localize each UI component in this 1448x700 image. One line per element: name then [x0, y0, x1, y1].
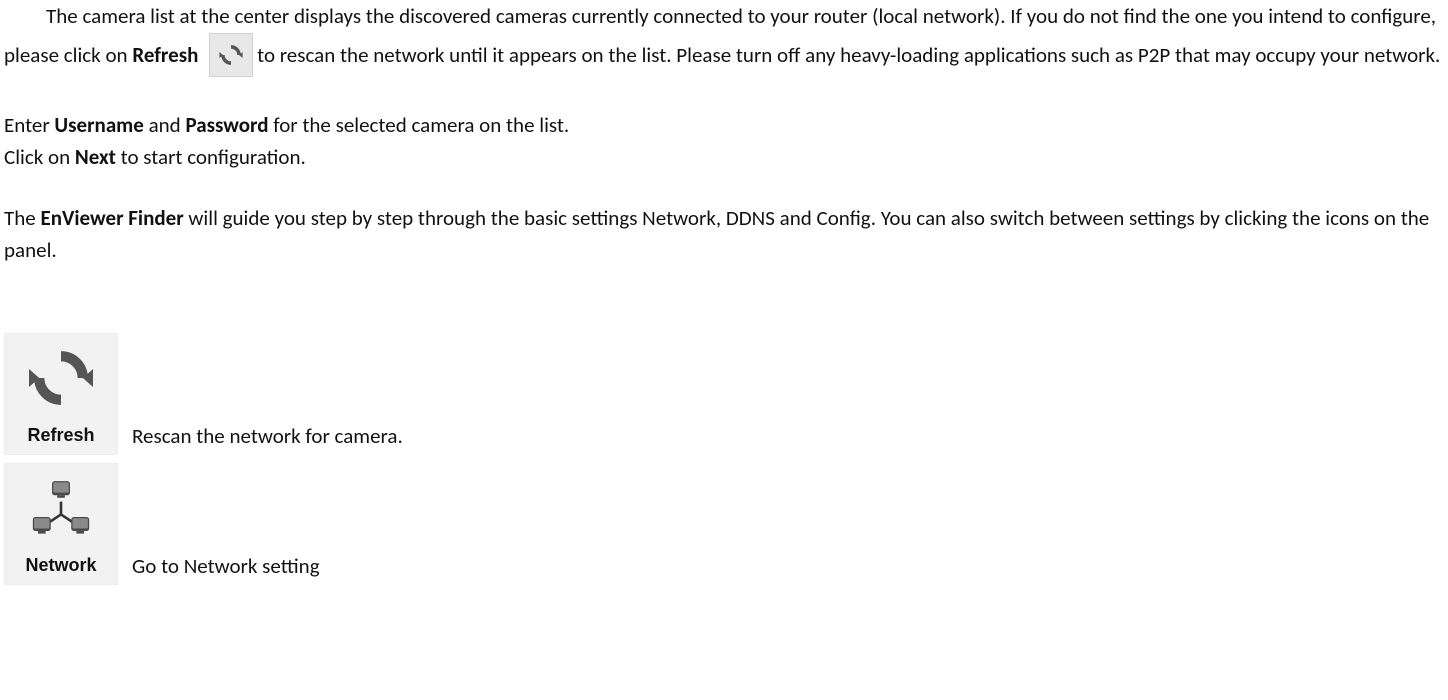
para2-text-2: and — [144, 112, 186, 138]
refresh-icon — [209, 33, 253, 77]
enviewer-bold: EnViewer Finder — [40, 205, 183, 231]
network-description: Go to Network setting — [132, 550, 320, 585]
password-bold: Password — [185, 112, 268, 138]
network-icon-row: Network Go to Network setting — [4, 463, 1444, 585]
paragraph-next: Click on Next to start configuration. — [4, 141, 1444, 174]
paragraph-credentials: Enter Username and Password for the sele… — [4, 109, 1444, 142]
paragraph-enviewer: The EnViewer Finder will guide you step … — [4, 202, 1444, 267]
refresh-block-icon: Refresh — [4, 333, 118, 455]
refresh-description: Rescan the network for camera. — [132, 420, 403, 455]
para2-text-3: for the selected camera on the list. — [269, 112, 570, 138]
refresh-caption: Refresh — [27, 422, 94, 454]
para4-text-1: The — [4, 205, 40, 231]
next-bold: Next — [75, 144, 116, 170]
refresh-icon-row: Refresh Rescan the network for camera. — [4, 333, 1444, 455]
username-bold: Username — [54, 112, 143, 138]
para2-text-1: Enter — [4, 112, 54, 138]
paragraph-camera-list: The camera list at the center displays t… — [4, 0, 1444, 81]
refresh-bold: Refresh — [132, 42, 198, 68]
para3-text-1: Click on — [4, 144, 75, 170]
refresh-icon-large — [5, 334, 117, 422]
network-block-icon: Network — [4, 463, 118, 585]
para3-text-2: to start configuration. — [116, 144, 306, 170]
network-icon — [5, 464, 117, 552]
network-caption: Network — [25, 552, 96, 584]
para4-text-2: will guide you step by step through the … — [4, 205, 1429, 264]
para1-text-2: to rescan the network until it appears o… — [257, 42, 1440, 68]
